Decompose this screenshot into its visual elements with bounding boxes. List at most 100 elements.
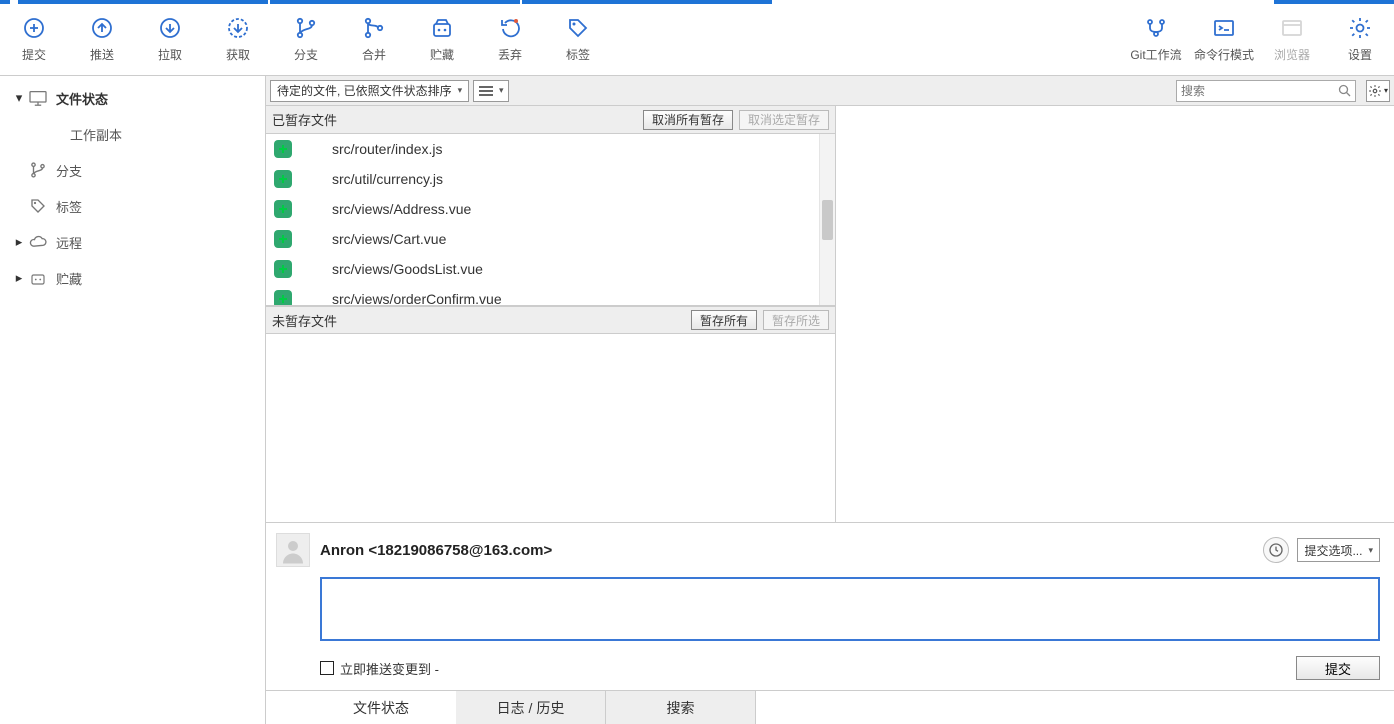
chevron-right-icon: ▸ — [12, 234, 26, 250]
toolbar-label: 浏览器 — [1274, 46, 1310, 63]
bottom-tabs: 文件状态 日志 / 历史 搜索 — [266, 690, 1394, 724]
chevron-down-icon: ▾ — [12, 90, 26, 106]
stash-button[interactable]: 贮藏 — [408, 4, 476, 76]
sidebar-item-label: 分支 — [56, 161, 82, 180]
added-badge-icon — [274, 260, 292, 278]
unstage-selected-button[interactable]: 取消选定暂存 — [739, 110, 829, 130]
sidebar-item-label: 文件状态 — [56, 89, 108, 108]
diff-panel — [836, 106, 1394, 522]
sidebar-item[interactable]: ▸远程 — [0, 224, 265, 260]
commit-options-combo[interactable]: 提交选项... ▾ — [1297, 538, 1380, 562]
added-badge-icon — [274, 230, 292, 248]
unstage-all-button[interactable]: 取消所有暂存 — [643, 110, 733, 130]
discard-button[interactable]: 丢弃 — [476, 4, 544, 76]
toolbar-label: 合并 — [362, 46, 386, 63]
unstaged-file-list — [266, 334, 835, 522]
added-badge-icon — [274, 290, 292, 306]
chevron-down-icon: ▾ — [1384, 86, 1388, 95]
history-button[interactable] — [1263, 537, 1289, 563]
pull-button[interactable]: 拉取 — [136, 4, 204, 76]
file-item[interactable]: src/views/GoodsList.vue — [266, 254, 835, 284]
push-immediately-checkbox[interactable] — [320, 661, 334, 675]
toolbar-label: 获取 — [226, 46, 250, 63]
file-item[interactable]: src/views/Cart.vue — [266, 224, 835, 254]
main-toolbar: 提交 推送 拉取获取 分支 合并 贮藏 丢弃标签 Git工作流命令行模式 浏览器设置 — [0, 4, 1394, 76]
avatar — [276, 533, 310, 567]
stash-small-icon — [26, 269, 50, 287]
scrollbar-thumb[interactable] — [822, 200, 833, 240]
plus-circle-icon — [22, 16, 46, 40]
toolbar-label: 推送 — [90, 46, 114, 63]
sidebar-item[interactable]: ▾ 文件状态 — [0, 80, 265, 116]
toolbar-label: 命令行模式 — [1194, 46, 1254, 63]
sidebar: ▾文件状态工作副本分支标签▸远程▸贮藏 — [0, 76, 266, 724]
browser-button[interactable]: 浏览器 — [1258, 4, 1326, 76]
chevron-down-icon: ▾ — [458, 85, 463, 96]
view-mode-combo[interactable]: ▾ — [473, 80, 509, 102]
branch-icon — [294, 16, 318, 40]
merge-button[interactable]: 合并 — [340, 4, 408, 76]
tab-file-status[interactable]: 文件状态 — [306, 691, 456, 724]
file-item[interactable]: src/util/currency.js — [266, 164, 835, 194]
tab-search[interactable]: 搜索 — [606, 691, 756, 724]
fetch-button[interactable]: 获取 — [204, 4, 272, 76]
tab-log-history[interactable]: 日志 / 历史 — [456, 691, 606, 724]
sidebar-item[interactable]: 标签 — [0, 188, 265, 224]
toolbar-label: 贮藏 — [430, 46, 454, 63]
toolbar-label: 提交 — [22, 46, 46, 63]
stash-icon — [430, 16, 454, 40]
commit-author: Anron <18219086758@163.com> — [320, 542, 1263, 559]
file-path: src/router/index.js — [332, 141, 442, 157]
search-box[interactable] — [1176, 80, 1356, 102]
added-badge-icon — [274, 200, 292, 218]
branch-small-icon — [26, 161, 50, 179]
tag-small-icon — [26, 197, 50, 215]
filter-bar: 待定的文件, 已依照文件状态排序 ▾ ▾ ▾ — [266, 76, 1394, 106]
scrollbar[interactable] — [819, 134, 835, 305]
commit-panel: Anron <18219086758@163.com> 提交选项... ▾ 立即… — [266, 522, 1394, 690]
gear-icon — [1348, 16, 1372, 40]
branch-button[interactable]: 分支 — [272, 4, 340, 76]
commit-button[interactable]: 提交 — [1296, 656, 1380, 680]
settings-button[interactable]: 设置 — [1326, 4, 1394, 76]
settings-dropdown[interactable]: ▾ — [1366, 80, 1390, 102]
added-badge-icon — [274, 170, 292, 188]
gitflow-button[interactable]: Git工作流 — [1122, 4, 1190, 76]
chevron-down-icon: ▾ — [1368, 545, 1373, 556]
sidebar-item-label: 贮藏 — [56, 269, 82, 288]
staged-file-list: src/router/index.js src/util/currency.js s… — [266, 134, 835, 306]
toolbar-label: 分支 — [294, 46, 318, 63]
file-path: src/views/Cart.vue — [332, 231, 446, 247]
monitor-icon — [26, 90, 50, 106]
sidebar-item[interactable]: 分支 — [0, 152, 265, 188]
file-path: src/views/Address.vue — [332, 201, 471, 217]
stage-all-button[interactable]: 暂存所有 — [691, 310, 757, 330]
sidebar-item[interactable]: ▸ 贮藏 — [0, 260, 265, 296]
file-item[interactable]: src/views/Address.vue — [266, 194, 835, 224]
browser-icon — [1280, 16, 1304, 40]
file-item[interactable]: src/router/index.js — [266, 134, 835, 164]
gear-icon — [1368, 84, 1382, 98]
push-immediately-label: 立即推送变更到 - — [340, 659, 1296, 678]
chevron-right-icon: ▸ — [12, 270, 26, 286]
unstaged-header: 未暂存文件 暂存所有 暂存所选 — [266, 306, 835, 334]
cmd-button[interactable]: 命令行模式 — [1190, 4, 1258, 76]
stage-selected-button[interactable]: 暂存所选 — [763, 310, 829, 330]
file-path: src/views/GoodsList.vue — [332, 261, 483, 277]
sidebar-item[interactable]: 工作副本 — [0, 116, 265, 152]
up-circle-icon — [90, 16, 114, 40]
push-button[interactable]: 推送 — [68, 4, 136, 76]
file-path: src/util/currency.js — [332, 171, 443, 187]
commit-button[interactable]: 提交 — [0, 4, 68, 76]
refresh-dash-icon — [226, 16, 250, 40]
search-input[interactable] — [1181, 84, 1338, 98]
file-path: src/views/orderConfirm.vue — [332, 291, 502, 306]
commit-message-input[interactable] — [320, 577, 1380, 641]
tag-button[interactable]: 标签 — [544, 4, 612, 76]
sidebar-item-label: 标签 — [56, 197, 82, 216]
search-icon — [1338, 84, 1351, 97]
unstaged-title: 未暂存文件 — [272, 311, 685, 330]
toolbar-label: 标签 — [566, 46, 590, 63]
file-item[interactable]: src/views/orderConfirm.vue — [266, 284, 835, 306]
sort-combo[interactable]: 待定的文件, 已依照文件状态排序 ▾ — [270, 80, 469, 102]
